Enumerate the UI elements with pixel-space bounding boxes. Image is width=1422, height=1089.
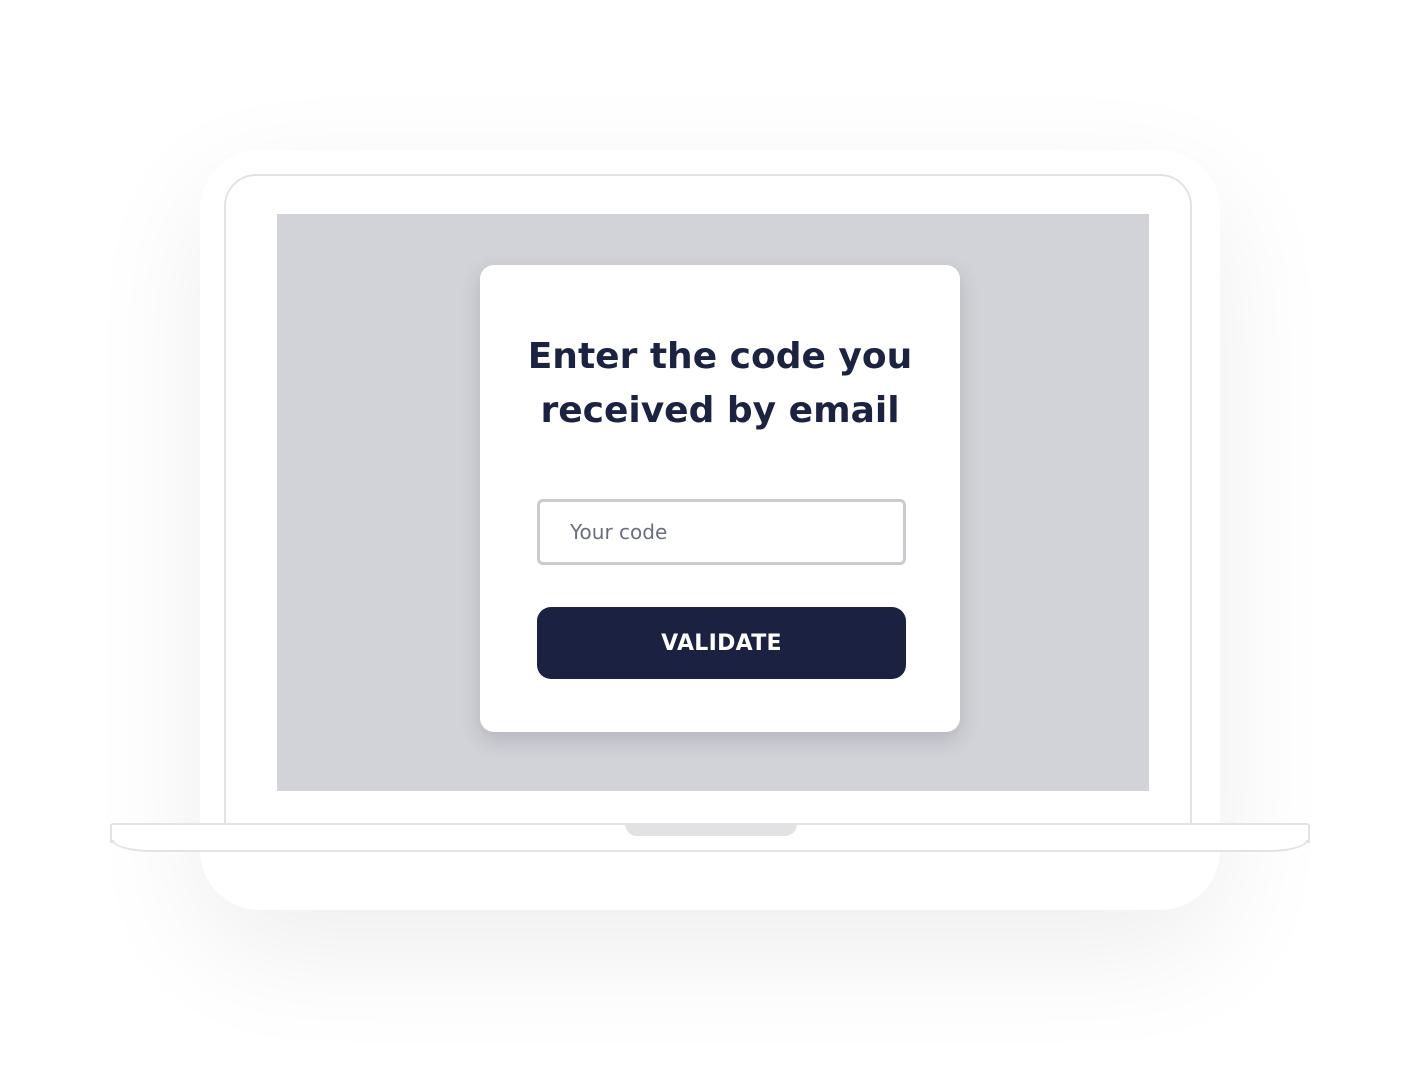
card-title-line-1: Enter the code you	[527, 336, 913, 377]
laptop-notch	[625, 823, 797, 836]
card-title: Enter the code you received by email	[480, 330, 960, 438]
validate-button[interactable]: VALIDATE	[537, 607, 906, 679]
laptop-base-edge	[112, 840, 1308, 852]
illustration-stage: Enter the code you received by email VAL…	[0, 0, 1422, 1089]
card-title-line-2: received by email	[540, 390, 900, 431]
card-title-wrapper: Enter the code you received by email	[480, 330, 960, 438]
code-input[interactable]	[537, 499, 906, 565]
